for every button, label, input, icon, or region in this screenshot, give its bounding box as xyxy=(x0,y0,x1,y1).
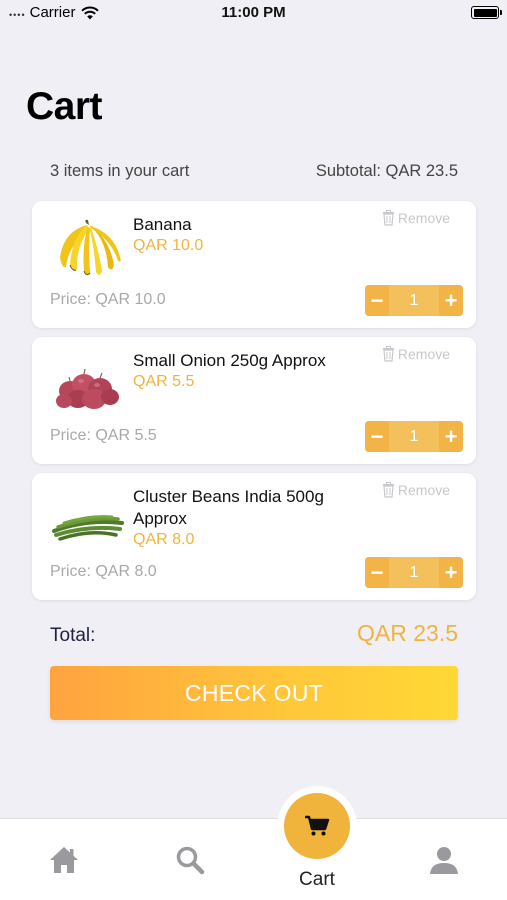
quantity-stepper: − 1 + xyxy=(365,557,463,588)
checkout-button[interactable]: CHECK OUT xyxy=(50,666,458,720)
cart-item: Banana QAR 10.0 Remove Price: QAR 10.0 −… xyxy=(32,201,476,328)
remove-button[interactable]: Remove xyxy=(382,482,450,498)
increase-button[interactable]: + xyxy=(439,285,463,316)
tab-home[interactable] xyxy=(47,843,81,877)
cart-item: Cluster Beans India 500g Approx QAR 8.0 … xyxy=(32,473,476,600)
item-name: Small Onion 250g Approx xyxy=(133,351,326,370)
subtotal: Subtotal: QAR 23.5 xyxy=(315,162,458,180)
cart-tab-circle xyxy=(284,793,350,859)
item-price-label: Price: QAR 10.0 xyxy=(50,291,166,308)
beans-image xyxy=(52,515,124,541)
quantity-value: 1 xyxy=(409,563,419,581)
tab-search[interactable] xyxy=(173,843,207,877)
remove-label: Remove xyxy=(397,482,450,498)
decrease-button[interactable]: − xyxy=(365,285,389,316)
total-label: Total: xyxy=(50,625,96,646)
item-info: Cluster Beans India 500g Approx QAR 8.0 xyxy=(133,486,363,550)
remove-button[interactable]: Remove xyxy=(382,210,450,226)
remove-label: Remove xyxy=(397,346,450,362)
battery-icon xyxy=(471,6,502,19)
cart-icon xyxy=(305,815,330,836)
quantity-stepper: − 1 + xyxy=(365,421,463,452)
items-count: 3 items in your cart xyxy=(50,162,190,180)
trash-icon xyxy=(382,210,394,226)
total-value: QAR 23.5 xyxy=(357,620,458,646)
cart-list: Banana QAR 10.0 Remove Price: QAR 10.0 −… xyxy=(32,201,476,609)
banana-image xyxy=(60,219,121,276)
increase-button[interactable]: + xyxy=(439,421,463,452)
item-price-label: Price: QAR 8.0 xyxy=(50,563,157,580)
remove-button[interactable]: Remove xyxy=(382,346,450,362)
quantity-value: 1 xyxy=(409,427,419,445)
cart-summary: 3 items in your cart Subtotal: QAR 23.5 xyxy=(50,162,458,181)
item-info: Small Onion 250g Approx QAR 5.5 xyxy=(133,350,363,392)
remove-label: Remove xyxy=(397,210,450,226)
decrease-button[interactable]: − xyxy=(365,421,389,452)
home-icon xyxy=(50,847,78,873)
tab-profile[interactable] xyxy=(427,843,461,877)
item-price: QAR 8.0 xyxy=(133,531,195,548)
quantity-value: 1 xyxy=(409,291,419,309)
status-time: 11:00 PM xyxy=(221,4,286,21)
page-title: Cart xyxy=(26,85,103,128)
trash-icon xyxy=(382,482,394,498)
tab-cart[interactable] xyxy=(277,786,357,866)
increase-button[interactable]: + xyxy=(439,557,463,588)
item-name: Banana xyxy=(133,215,192,234)
trash-icon xyxy=(382,346,394,362)
item-price-label: Price: QAR 5.5 xyxy=(50,427,157,444)
status-bar: •••• Carrier 11:00 PM xyxy=(0,0,507,26)
onion-image xyxy=(56,368,119,409)
tab-bar xyxy=(0,818,507,900)
item-price: QAR 10.0 xyxy=(133,237,204,254)
quantity-stepper: − 1 + xyxy=(365,285,463,316)
cart-item: Small Onion 250g Approx QAR 5.5 Remove P… xyxy=(32,337,476,464)
item-info: Banana QAR 10.0 xyxy=(133,214,363,256)
decrease-button[interactable]: − xyxy=(365,557,389,588)
item-price: QAR 5.5 xyxy=(133,373,195,390)
profile-icon xyxy=(430,847,458,874)
search-icon xyxy=(176,846,205,875)
total-row: Total: QAR 23.5 xyxy=(50,620,458,647)
item-name: Cluster Beans India 500g Approx xyxy=(133,487,324,528)
tab-cart-label: Cart xyxy=(299,869,335,890)
